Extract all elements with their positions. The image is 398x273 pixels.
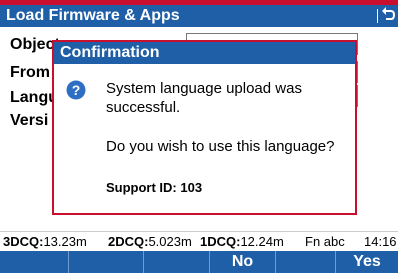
softkey-1[interactable] [0, 251, 68, 273]
title-bar: Load Firmware & Apps [0, 5, 398, 27]
support-id: Support ID: 103 [106, 180, 203, 195]
language-label: Langu [10, 89, 58, 106]
dcq2-readout: 2DCQ:5.023m [108, 232, 192, 252]
dcq3-label: 3DCQ: [3, 234, 44, 249]
dcq2-label: 2DCQ: [108, 234, 149, 249]
dcq3-readout: 3DCQ:13.23m [3, 232, 87, 252]
softkey-5[interactable] [275, 251, 335, 273]
version-label: Versi [10, 112, 49, 129]
no-button[interactable]: No [209, 251, 275, 273]
dcq1-value: 12.24m [240, 234, 284, 249]
dialog-title: Confirmation [54, 42, 355, 64]
clock: 14:16 [364, 234, 397, 249]
dialog-message: System language upload was successful. [106, 80, 302, 116]
input-mode: Fn abc [305, 234, 345, 249]
dcq3-value: 13.23m [43, 234, 87, 249]
softkey-2[interactable] [68, 251, 143, 273]
dcq1-readout: 1DCQ:12.24m [200, 232, 284, 252]
window-title: Load Firmware & Apps [6, 7, 180, 24]
dialog-question: Do you wish to use this language? [106, 138, 335, 155]
softkey-3[interactable] [143, 251, 209, 273]
from-label: From [10, 64, 50, 81]
dcq2-value: 5.023m [148, 234, 192, 249]
confirmation-dialog: Confirmation ? System language upload wa… [52, 40, 357, 215]
status-bar: 3DCQ:13.23m 2DCQ:5.023m 1DCQ:12.24m Fn a… [0, 231, 398, 252]
yes-button[interactable]: Yes [335, 251, 398, 273]
svg-text:?: ? [72, 82, 81, 98]
softkey-bar: No Yes [0, 251, 398, 273]
dcq1-label: 1DCQ: [200, 234, 241, 249]
question-icon: ? [66, 80, 86, 100]
back-arrow-icon[interactable] [380, 5, 396, 27]
title-separator [377, 9, 378, 23]
